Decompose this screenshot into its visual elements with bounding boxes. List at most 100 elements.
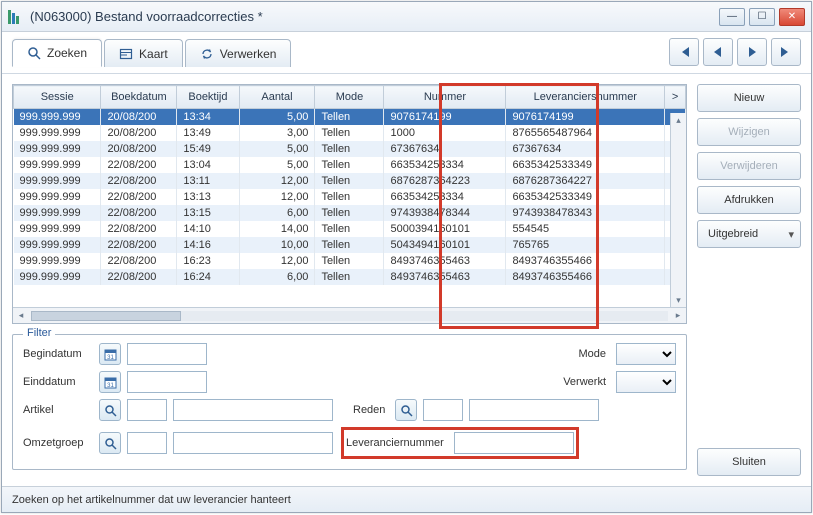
nav-next-button[interactable] bbox=[737, 38, 767, 66]
cell-boekdatum: 22/08/200 bbox=[101, 205, 177, 221]
cell-lev: 6635342533349 bbox=[506, 157, 665, 173]
nav-prev-button[interactable] bbox=[703, 38, 733, 66]
reden-code-input[interactable] bbox=[423, 399, 463, 421]
lookup-icon[interactable] bbox=[99, 399, 121, 421]
table-row[interactable]: 999.999.99920/08/20013:345,00Tellen90761… bbox=[14, 109, 686, 126]
col-nummer[interactable]: Nummer bbox=[384, 86, 506, 109]
cell-nummer: 9743938478344 bbox=[384, 205, 506, 221]
calendar-icon[interactable]: 31 bbox=[99, 371, 121, 393]
col-sessie[interactable]: Sessie bbox=[14, 86, 101, 109]
col-mode[interactable]: Mode bbox=[315, 86, 384, 109]
cell-aantal: 5,00 bbox=[239, 157, 315, 173]
lookup-icon[interactable] bbox=[99, 432, 121, 454]
cell-nummer: 1000 bbox=[384, 125, 506, 141]
tab-kaart[interactable]: Kaart bbox=[104, 39, 183, 67]
table-row[interactable]: 999.999.99922/08/20014:1610,00Tellen5043… bbox=[14, 237, 686, 253]
cell-aantal: 5,00 bbox=[239, 141, 315, 157]
cell-nummer: 5000394160101 bbox=[384, 221, 506, 237]
col-boekdatum[interactable]: Boekdatum bbox=[101, 86, 177, 109]
col-extra[interactable]: > bbox=[665, 86, 686, 109]
cell-boekdatum: 22/08/200 bbox=[101, 157, 177, 173]
artikel-code-input[interactable] bbox=[127, 399, 167, 421]
wijzigen-button[interactable]: Wijzigen bbox=[697, 118, 801, 146]
table-row[interactable]: 999.999.99922/08/20013:156,00Tellen97439… bbox=[14, 205, 686, 221]
cell-aantal: 6,00 bbox=[239, 205, 315, 221]
sluiten-button[interactable]: Sluiten bbox=[697, 448, 801, 476]
tab-zoeken[interactable]: Zoeken bbox=[12, 39, 102, 67]
table-row[interactable]: 999.999.99920/08/20013:493,00Tellen10008… bbox=[14, 125, 686, 141]
col-aantal[interactable]: Aantal bbox=[239, 86, 315, 109]
cell-nummer: 8493746355463 bbox=[384, 269, 506, 285]
filter-legend: Filter bbox=[23, 327, 55, 339]
close-button[interactable]: ✕ bbox=[779, 8, 805, 26]
cell-lev: 67367634 bbox=[506, 141, 665, 157]
cell-mode: Tellen bbox=[315, 269, 384, 285]
table-row[interactable]: 999.999.99922/08/20013:1112,00Tellen6876… bbox=[14, 173, 686, 189]
afdrukken-button[interactable]: Afdrukken bbox=[697, 186, 801, 214]
cell-boekdatum: 22/08/200 bbox=[101, 189, 177, 205]
card-icon bbox=[119, 47, 133, 61]
maximize-button[interactable]: ☐ bbox=[749, 8, 775, 26]
table-row[interactable]: 999.999.99922/08/20014:1014,00Tellen5000… bbox=[14, 221, 686, 237]
cell-boekdatum: 22/08/200 bbox=[101, 221, 177, 237]
nav-last-button[interactable] bbox=[771, 38, 801, 66]
cell-sessie: 999.999.999 bbox=[14, 173, 101, 189]
begindatum-input[interactable] bbox=[127, 343, 207, 365]
nav-first-button[interactable] bbox=[669, 38, 699, 66]
cell-boektijd: 13:11 bbox=[177, 173, 239, 189]
cell-boekdatum: 22/08/200 bbox=[101, 253, 177, 269]
vertical-scrollbar[interactable]: ▴ ▾ bbox=[670, 113, 686, 307]
table-row[interactable]: 999.999.99920/08/20015:495,00Tellen67367… bbox=[14, 141, 686, 157]
cell-boektijd: 13:34 bbox=[177, 109, 239, 126]
cell-lev: 9076174199 bbox=[506, 109, 665, 126]
mode-select[interactable] bbox=[616, 343, 676, 365]
cell-boektijd: 15:49 bbox=[177, 141, 239, 157]
data-grid[interactable]: Sessie Boekdatum Boektijd Aantal Mode Nu… bbox=[12, 84, 687, 324]
lookup-icon[interactable] bbox=[395, 399, 417, 421]
minimize-button[interactable]: — bbox=[719, 8, 745, 26]
cell-sessie: 999.999.999 bbox=[14, 125, 101, 141]
cell-lev: 6635342533349 bbox=[506, 189, 665, 205]
cell-mode: Tellen bbox=[315, 141, 384, 157]
label-reden: Reden bbox=[353, 404, 385, 416]
col-leveranciersnummer[interactable]: Leveranciersnummer bbox=[506, 86, 665, 109]
cell-aantal: 12,00 bbox=[239, 173, 315, 189]
cell-nummer: 663534253334 bbox=[384, 189, 506, 205]
artikel-desc-input[interactable] bbox=[173, 399, 333, 421]
table-row[interactable]: 999.999.99922/08/20016:246,00Tellen84937… bbox=[14, 269, 686, 285]
omzetgroep-desc-input[interactable] bbox=[173, 432, 333, 454]
cell-mode: Tellen bbox=[315, 125, 384, 141]
label-verwerkt: Verwerkt bbox=[563, 376, 606, 388]
cell-nummer: 663534253334 bbox=[384, 157, 506, 173]
cell-lev: 554545 bbox=[506, 221, 665, 237]
tab-verwerken[interactable]: Verwerken bbox=[185, 39, 292, 67]
verwerkt-select[interactable] bbox=[616, 371, 676, 393]
leveranciernummer-input[interactable] bbox=[454, 432, 574, 454]
einddatum-input[interactable] bbox=[127, 371, 207, 393]
label-einddatum: Einddatum bbox=[23, 376, 93, 388]
omzetgroep-code-input[interactable] bbox=[127, 432, 167, 454]
svg-text:31: 31 bbox=[107, 355, 114, 361]
cell-nummer: 67367634 bbox=[384, 141, 506, 157]
table-row[interactable]: 999.999.99922/08/20016:2312,00Tellen8493… bbox=[14, 253, 686, 269]
reden-desc-input[interactable] bbox=[469, 399, 599, 421]
col-boektijd[interactable]: Boektijd bbox=[177, 86, 239, 109]
cell-aantal: 3,00 bbox=[239, 125, 315, 141]
nieuw-button[interactable]: Nieuw bbox=[697, 84, 801, 112]
table-row[interactable]: 999.999.99922/08/20013:1312,00Tellen6635… bbox=[14, 189, 686, 205]
highlight-leveranciernummer-field: Leveranciernummer bbox=[341, 427, 579, 459]
cell-boekdatum: 20/08/200 bbox=[101, 109, 177, 126]
table-row[interactable]: 999.999.99922/08/20013:045,00Tellen66353… bbox=[14, 157, 686, 173]
cell-boekdatum: 20/08/200 bbox=[101, 125, 177, 141]
app-window: (N063000) Bestand voorraadcorrecties * —… bbox=[1, 1, 812, 513]
horizontal-scrollbar[interactable]: ◂ ▸ bbox=[13, 307, 686, 323]
uitgebreid-dropdown[interactable]: Uitgebreid bbox=[697, 220, 801, 248]
refresh-icon bbox=[200, 47, 214, 61]
cell-sessie: 999.999.999 bbox=[14, 205, 101, 221]
label-begindatum: Begindatum bbox=[23, 348, 93, 360]
cell-aantal: 10,00 bbox=[239, 237, 315, 253]
status-text: Zoeken op het artikelnummer dat uw lever… bbox=[12, 494, 291, 506]
calendar-icon[interactable]: 31 bbox=[99, 343, 121, 365]
verwijderen-button[interactable]: Verwijderen bbox=[697, 152, 801, 180]
cell-lev: 9743938478343 bbox=[506, 205, 665, 221]
